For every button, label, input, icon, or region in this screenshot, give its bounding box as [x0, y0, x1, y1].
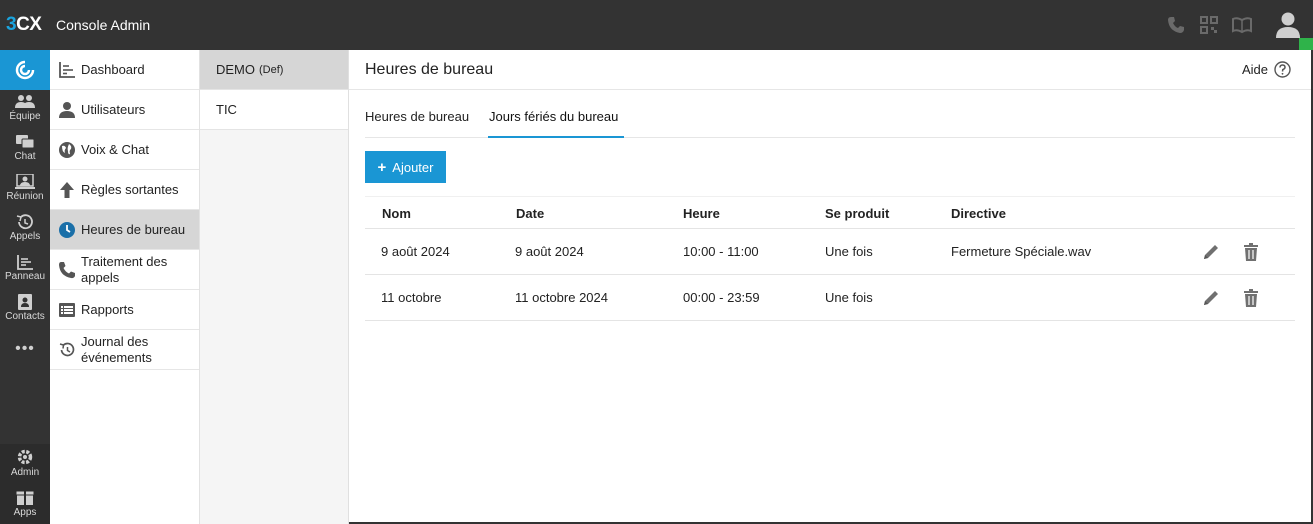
phone-icon: [59, 261, 75, 278]
column-header-nom[interactable]: Nom: [382, 206, 411, 221]
contacts-icon: [18, 294, 32, 310]
dashboard-icon: [59, 61, 75, 78]
rail-item-apps[interactable]: Apps: [0, 484, 50, 524]
group-item-demo[interactable]: DEMO (Def): [200, 50, 348, 90]
table-header: Nom Date Heure Se produit Directive: [365, 196, 1295, 229]
page-header: Heures de bureau Aide: [349, 50, 1311, 90]
cell-se-produit: Une fois: [825, 290, 873, 305]
history-icon: [59, 342, 75, 356]
tab-jours-feries[interactable]: Jours fériés du bureau: [489, 109, 618, 124]
nav-item-utilisateurs[interactable]: Utilisateurs: [50, 90, 199, 130]
history-icon: [16, 214, 33, 230]
plus-icon: +: [377, 158, 387, 176]
help-link[interactable]: Aide: [1242, 61, 1291, 78]
user-avatar-icon: [1276, 12, 1300, 38]
delete-icon[interactable]: [1241, 242, 1261, 262]
nav-item-traitement-des-appels[interactable]: Traitement des appels: [50, 250, 199, 290]
nav-item-regles-sortantes[interactable]: Règles sortantes: [50, 170, 199, 210]
user-menu[interactable]: [1263, 0, 1313, 50]
arrow-up-icon: [60, 181, 74, 198]
app-rail: Équipe Chat Réunion Appels Panneau Conta…: [0, 50, 50, 524]
clock-icon: [59, 221, 75, 238]
cell-date: 9 août 2024: [515, 244, 584, 259]
rail-item-panneau[interactable]: Panneau: [0, 250, 50, 290]
table-row[interactable]: 9 août 2024 9 août 2024 10:00 - 11:00 Un…: [365, 229, 1295, 275]
user-icon: [59, 101, 75, 118]
3cx-home-icon: [15, 60, 35, 80]
page-title: Heures de bureau: [365, 61, 494, 78]
meeting-icon: [15, 174, 35, 189]
team-icon: [15, 95, 35, 108]
rail-item-reunion[interactable]: Réunion: [0, 170, 50, 210]
tab-heures-de-bureau[interactable]: Heures de bureau: [365, 109, 469, 124]
rail-item-admin[interactable]: Admin: [0, 444, 50, 484]
default-badge: (Def): [259, 63, 284, 76]
nav-item-voix-chat[interactable]: Voix & Chat: [50, 130, 199, 170]
settings-nav: Dashboard Utilisateurs Voix & Chat Règle…: [50, 50, 200, 524]
group-item-tic[interactable]: TIC: [200, 90, 348, 130]
help-circle-icon: [1274, 61, 1291, 78]
list-icon: [59, 302, 75, 317]
delete-icon[interactable]: [1241, 288, 1261, 308]
column-header-heure[interactable]: Heure: [683, 206, 720, 221]
table-row[interactable]: 11 octobre 11 octobre 2024 00:00 - 23:59…: [365, 275, 1295, 321]
home-button[interactable]: [0, 50, 50, 90]
nav-item-heures-de-bureau[interactable]: Heures de bureau: [50, 210, 199, 250]
more-menu[interactable]: •••: [0, 340, 50, 358]
cell-heure: 00:00 - 23:59: [683, 290, 760, 305]
app-title: Console Admin: [56, 17, 151, 33]
cell-nom: 9 août 2024: [381, 244, 450, 259]
group-list: DEMO (Def) TIC: [200, 50, 349, 524]
status-indicator: [1299, 38, 1313, 50]
column-header-date[interactable]: Date: [516, 206, 544, 221]
cell-directive: Fermeture Spéciale.wav: [951, 244, 1092, 259]
book-icon[interactable]: [1232, 15, 1252, 35]
rail-bottom: Admin Apps: [0, 444, 50, 524]
top-bar: 3CX Console Admin: [0, 0, 1313, 50]
globe-icon: [59, 141, 75, 158]
rail-item-appels[interactable]: Appels: [0, 210, 50, 250]
cell-nom: 11 octobre: [381, 290, 442, 305]
nav-item-rapports[interactable]: Rapports: [50, 290, 199, 330]
qr-code-icon[interactable]: [1199, 15, 1219, 35]
edit-icon[interactable]: [1201, 288, 1221, 308]
nav-item-journal-des-evenements[interactable]: Journal des événements: [50, 330, 199, 370]
add-button[interactable]: + Ajouter: [365, 151, 446, 183]
main-panel: Heures de bureau Aide Heures de bureau J…: [349, 50, 1311, 522]
rail-item-equipe[interactable]: Équipe: [0, 90, 50, 130]
rail-item-chat[interactable]: Chat: [0, 130, 50, 170]
cell-date: 11 octobre 2024: [515, 290, 608, 305]
holidays-table: Nom Date Heure Se produit Directive 9 ao…: [365, 196, 1295, 321]
rail-item-contacts[interactable]: Contacts: [0, 290, 50, 330]
edit-icon[interactable]: [1201, 242, 1221, 262]
gear-icon: [17, 449, 33, 465]
active-tab-indicator: [488, 136, 624, 138]
panel-icon: [17, 255, 33, 270]
chat-icon: [16, 135, 35, 149]
cell-se-produit: Une fois: [825, 244, 873, 259]
column-header-se-produit[interactable]: Se produit: [825, 206, 889, 221]
tab-bar: Heures de bureau Jours fériés du bureau: [365, 90, 1295, 138]
apps-icon: [15, 490, 35, 505]
phone-icon[interactable]: [1166, 15, 1186, 35]
nav-item-dashboard[interactable]: Dashboard: [50, 50, 199, 90]
3cx-logo[interactable]: 3CX: [6, 14, 42, 36]
column-header-directive[interactable]: Directive: [951, 206, 1006, 221]
cell-heure: 10:00 - 11:00: [683, 244, 759, 259]
